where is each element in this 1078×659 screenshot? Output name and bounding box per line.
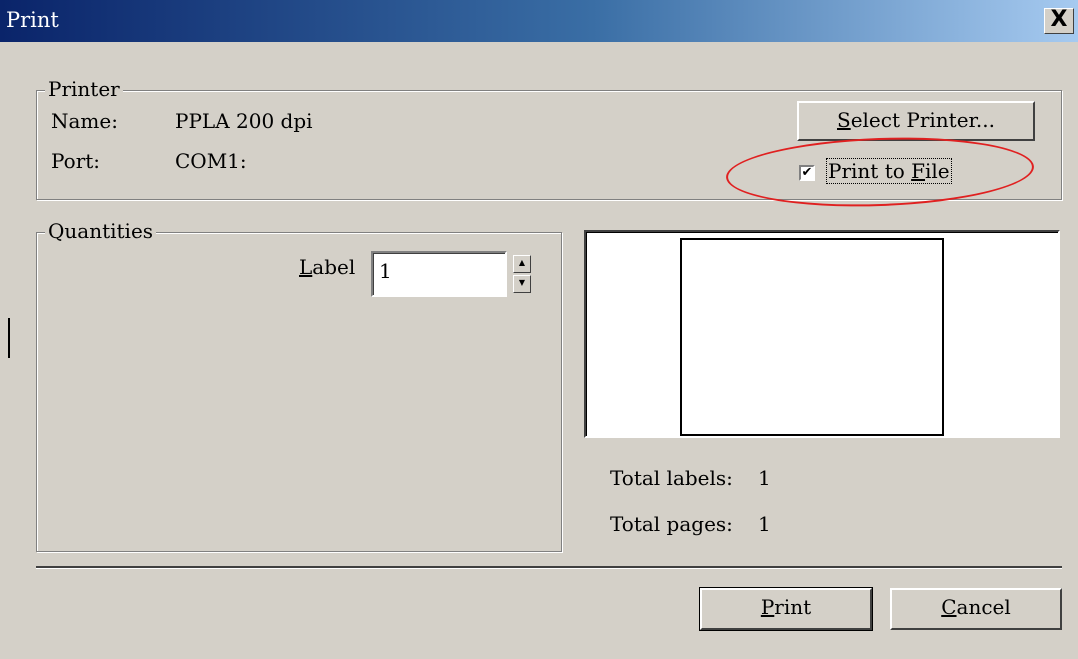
select-printer-label: elect Printer...: [850, 108, 995, 132]
print-preview-area: [584, 230, 1060, 438]
label-quantity-value: 1: [379, 259, 392, 283]
label-quantity-input[interactable]: 1: [371, 251, 507, 297]
printer-group-label: Printer: [45, 77, 123, 101]
spin-up-button[interactable]: ▲: [513, 255, 531, 273]
quantities-group-label: Quantities: [45, 219, 157, 243]
title-bar: Print X: [0, 0, 1078, 42]
arrow-up-icon: ▲: [518, 258, 526, 267]
print-button[interactable]: Print: [699, 587, 873, 631]
total-pages-label: Total pages:: [610, 512, 733, 536]
label-quantity-caption: Label: [299, 255, 356, 279]
window-edge-mark: [8, 318, 10, 358]
printer-name-value: PPLA 200 dpi: [175, 109, 313, 133]
close-button[interactable]: X: [1044, 8, 1074, 34]
window-title: Print: [6, 8, 59, 32]
total-pages-value: 1: [758, 512, 771, 536]
quantities-group: Quantities Label 1 ▲ ▼: [36, 219, 562, 552]
printer-port-value: COM1:: [175, 149, 247, 173]
printer-port-label: Port:: [51, 149, 101, 173]
total-labels-label: Total labels:: [610, 466, 733, 490]
spin-down-button[interactable]: ▼: [513, 275, 531, 293]
arrow-down-icon: ▼: [518, 278, 526, 287]
preview-page: [680, 238, 944, 436]
select-printer-mnemonic: S: [837, 108, 851, 132]
footer-separator: [36, 566, 1062, 569]
cancel-button[interactable]: Cancel: [890, 588, 1062, 630]
close-icon: X: [1050, 7, 1068, 32]
select-printer-button[interactable]: Select Printer...: [797, 101, 1035, 141]
printer-name-label: Name:: [51, 109, 118, 133]
total-labels-value: 1: [758, 466, 771, 490]
